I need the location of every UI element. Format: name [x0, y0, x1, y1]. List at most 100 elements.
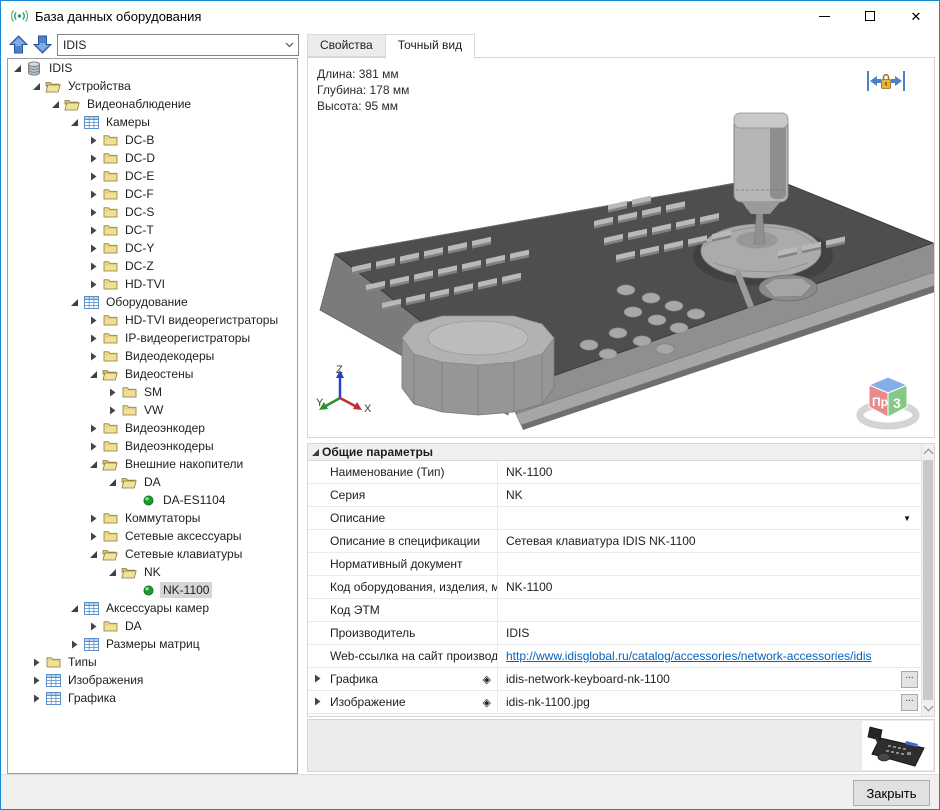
expander-collapsed-icon[interactable] [88, 315, 99, 326]
tree-item-label[interactable]: Графика [65, 690, 119, 706]
expander-expanded-icon[interactable] [88, 369, 99, 380]
property-row[interactable]: Web-ссылка на сайт производителяhttp://w… [308, 645, 921, 668]
expander-collapsed-icon[interactable] [107, 387, 118, 398]
tree-item-label[interactable]: Оборудование [103, 294, 191, 310]
expander-expanded-icon[interactable] [31, 81, 42, 92]
expander-expanded-icon[interactable] [69, 603, 80, 614]
expander-expanded-icon[interactable] [88, 549, 99, 560]
tree-item[interactable]: VW [8, 401, 297, 419]
tree-item[interactable]: HD-TVI видеорегистраторы [8, 311, 297, 329]
expander-collapsed-icon[interactable] [88, 135, 99, 146]
property-row[interactable]: Нормативный документ [308, 553, 921, 576]
expander-expanded-icon[interactable] [50, 99, 61, 110]
property-value-cell[interactable]: NK [498, 484, 921, 506]
expander-collapsed-icon[interactable] [88, 189, 99, 200]
tree-item-label[interactable]: DC-E [122, 168, 157, 184]
tree-item[interactable]: DC-Z [8, 257, 297, 275]
expander-collapsed-icon[interactable] [88, 423, 99, 434]
property-value-cell[interactable]: ▼ [498, 507, 921, 529]
tree-item-label[interactable]: Видеоэнкодеры [122, 438, 217, 454]
property-value-cell[interactable]: NK-1100 [498, 576, 921, 598]
tree-item-label[interactable]: HD-TVI видеорегистраторы [122, 312, 281, 328]
tree-item[interactable]: NK [8, 563, 297, 581]
tree-item[interactable]: Устройства [8, 77, 297, 95]
property-value-cell[interactable]: Сетевая клавиатура IDIS NK-1100 [498, 530, 921, 552]
tree-item[interactable]: IDIS [8, 59, 297, 77]
property-row[interactable]: ПроизводительIDIS [308, 622, 921, 645]
tree-item-label[interactable]: DA [122, 618, 145, 634]
tree-item[interactable]: DC-F [8, 185, 297, 203]
expander-collapsed-icon[interactable] [88, 225, 99, 236]
tree-item[interactable]: Аксессуары камер [8, 599, 297, 617]
tree-item[interactable]: IP-видеорегистраторы [8, 329, 297, 347]
tree-item[interactable]: HD-TVI [8, 275, 297, 293]
tree-item[interactable]: Камеры [8, 113, 297, 131]
tree-item-label[interactable]: VW [141, 402, 166, 418]
manufacturer-link[interactable]: http://www.idisglobal.ru/catalog/accesso… [506, 649, 872, 663]
tree-item[interactable]: Внешние накопители [8, 455, 297, 473]
close-button[interactable]: ✕ [893, 1, 939, 31]
tree-item[interactable]: DC-S [8, 203, 297, 221]
tree-item[interactable]: Изображения [8, 671, 297, 689]
expander-collapsed-icon[interactable] [88, 207, 99, 218]
tree-item-label[interactable]: DC-B [122, 132, 157, 148]
tree-item[interactable]: Видеоэнкодер [8, 419, 297, 437]
expander-expanded-icon[interactable] [12, 63, 23, 74]
scrollbar-thumb[interactable] [923, 460, 933, 700]
tree-item[interactable]: Видеодекодеры [8, 347, 297, 365]
tree-item-label[interactable]: DA-ES1104 [160, 492, 228, 508]
tree-item[interactable]: DA [8, 473, 297, 491]
tree-item[interactable]: DA-ES1104 [8, 491, 297, 509]
expander-collapsed-icon[interactable] [88, 513, 99, 524]
expander-collapsed-icon[interactable] [88, 279, 99, 290]
tree-item[interactable]: Оборудование [8, 293, 297, 311]
minimize-button[interactable] [801, 1, 847, 31]
expander-collapsed-icon[interactable] [88, 153, 99, 164]
expander-collapsed-icon[interactable] [313, 672, 322, 686]
tree-item[interactable]: Графика [8, 689, 297, 707]
tree-item-label[interactable]: DC-S [122, 204, 157, 220]
property-row[interactable]: Наименование (Тип)NK-1100 [308, 461, 921, 484]
tree-item-label[interactable]: NK-1100 [160, 582, 212, 598]
tree-item-label[interactable]: SM [141, 384, 165, 400]
browse-button[interactable]: ... [901, 671, 918, 688]
tree-item-label[interactable]: HD-TVI [122, 276, 168, 292]
property-value-cell[interactable] [498, 553, 921, 575]
tree-item[interactable]: Сетевые клавиатуры [8, 545, 297, 563]
tree-item-label[interactable]: NK [141, 564, 164, 580]
property-value-cell[interactable]: idis-nk-1100.jpg... [498, 691, 921, 713]
expander-collapsed-icon[interactable] [88, 531, 99, 542]
navigate-up-button[interactable] [8, 34, 29, 55]
tree-item-label[interactable]: Видеонаблюдение [84, 96, 194, 112]
property-group-header[interactable]: Общие параметры [308, 444, 921, 461]
property-row[interactable]: Изображение◈idis-nk-1100.jpg... [308, 691, 921, 714]
property-value-cell[interactable]: idis-network-keyboard-nk-1100... [498, 668, 921, 690]
property-value-cell[interactable] [498, 599, 921, 621]
tree-item[interactable]: DC-D [8, 149, 297, 167]
expander-collapsed-icon[interactable] [313, 695, 322, 709]
expander-collapsed-icon[interactable] [31, 693, 42, 704]
tree-item[interactable]: Видеонаблюдение [8, 95, 297, 113]
property-row[interactable]: Код ЭТМ [308, 599, 921, 622]
propgrid-scrollbar[interactable] [921, 444, 934, 716]
tree-item[interactable]: Коммутаторы [8, 509, 297, 527]
navigate-down-button[interactable] [32, 34, 53, 55]
tree-item-label[interactable]: Устройства [65, 78, 134, 94]
size-lock-icon[interactable] [866, 68, 906, 97]
equipment-combobox[interactable]: IDIS [57, 34, 299, 56]
tree-item-label[interactable]: IP-видеорегистраторы [122, 330, 253, 346]
expander-collapsed-icon[interactable] [88, 621, 99, 632]
expander-collapsed-icon[interactable] [88, 243, 99, 254]
tab-exact-view[interactable]: Точный вид [385, 34, 475, 59]
property-value-cell[interactable]: IDIS [498, 622, 921, 644]
tree-item[interactable]: DC-Y [8, 239, 297, 257]
expander-collapsed-icon[interactable] [69, 639, 80, 650]
expander-collapsed-icon[interactable] [88, 333, 99, 344]
tab-properties[interactable]: Свойства [307, 34, 386, 57]
tree-item-label[interactable]: Размеры матриц [103, 636, 203, 652]
expander-expanded-icon[interactable] [69, 117, 80, 128]
tree-item[interactable]: DC-T [8, 221, 297, 239]
tree-item[interactable]: DC-B [8, 131, 297, 149]
property-row[interactable]: СерияNK [308, 484, 921, 507]
expander-collapsed-icon[interactable] [88, 171, 99, 182]
